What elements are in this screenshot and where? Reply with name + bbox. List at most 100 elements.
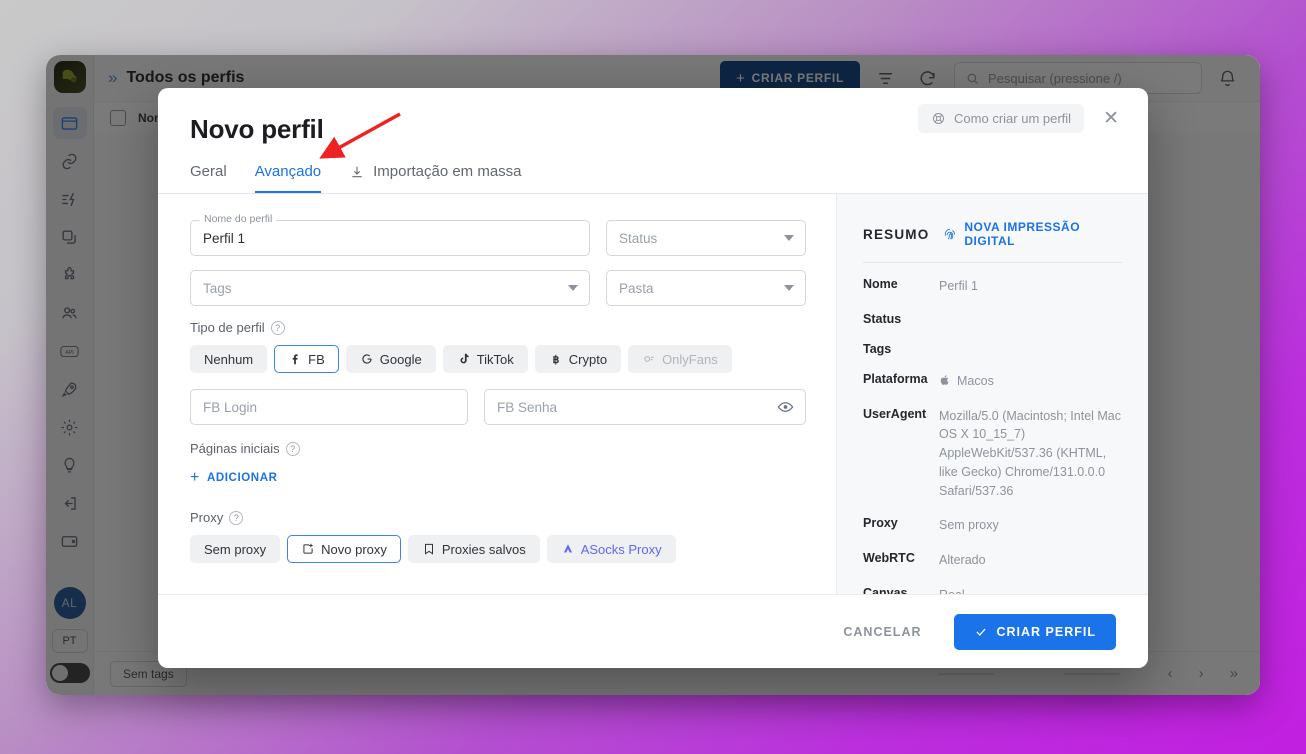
summary-row-status: Status	[863, 312, 1122, 326]
help-icon[interactable]: ?	[285, 441, 300, 456]
summary-title: RESUMO	[863, 226, 930, 242]
summary-row-tags: Tags	[863, 342, 1122, 356]
user-avatar[interactable]: AL	[53, 587, 86, 619]
summary-value: Perfil 1	[939, 279, 978, 293]
plus-icon: +	[736, 69, 746, 87]
profile-type-google[interactable]: Google	[345, 345, 436, 373]
help-icon[interactable]: ?	[270, 320, 285, 335]
summary-row-nome: Nome Perfil 1	[863, 277, 1122, 296]
profile-type-label: Tipo de perfil ?	[190, 320, 806, 335]
facebook-icon	[292, 354, 298, 365]
profile-name-field[interactable]: Nome do perfil Perfil 1	[190, 213, 590, 256]
start-pages-label: Páginas iniciais ?	[190, 441, 806, 456]
page-prev-icon[interactable]: ‹	[1168, 665, 1173, 682]
how-to-create-profile-button[interactable]: Como criar um perfil	[918, 104, 1085, 133]
sidebar-item-copy[interactable]	[53, 221, 87, 253]
sidebar-item-link[interactable]	[53, 145, 87, 177]
tiktok-icon	[460, 353, 469, 364]
profile-type-fb[interactable]: FB	[274, 345, 339, 373]
form-row-fb-credentials: FB Login FB Senha	[190, 389, 806, 425]
cancel-button[interactable]: CANCELAR	[833, 616, 931, 648]
summary-key: Canvas	[863, 585, 908, 594]
profile-type-nenhum-label: Nenhum	[204, 351, 254, 367]
page-last-icon[interactable]: »	[1230, 665, 1238, 682]
new-fingerprint-button[interactable]: NOVA IMPRESSÃO DIGITAL	[943, 220, 1122, 248]
submit-create-profile-button[interactable]: CRIAR PERFIL	[953, 613, 1116, 650]
tab-importacao-label: Importação em massa	[373, 163, 522, 180]
fb-password-placeholder[interactable]: FB Senha	[484, 389, 806, 425]
add-start-page-button[interactable]: + ADICIONAR	[190, 470, 278, 486]
page-title: Todos os perfis	[126, 69, 245, 86]
pagination-divider-left	[937, 672, 994, 675]
profile-type-fb-label: FB	[308, 351, 325, 367]
profile-type-nenhum[interactable]: Nenhum	[190, 345, 268, 373]
app-logo	[53, 61, 86, 93]
profile-name-label: Nome do perfil	[200, 213, 277, 225]
folder-select[interactable]: Pasta	[606, 270, 806, 306]
summary-value-wrap: Macos	[939, 372, 994, 391]
google-icon	[362, 354, 372, 364]
status-placeholder[interactable]: Status	[606, 220, 806, 256]
sidebar-item-settings[interactable]	[53, 411, 87, 443]
lifebuoy-icon	[933, 113, 945, 124]
page-next-icon[interactable]: ›	[1199, 665, 1204, 682]
tags-select[interactable]: Tags	[190, 270, 590, 306]
tab-avancado-label: Avançado	[254, 163, 322, 180]
sidebar-item-team[interactable]	[53, 297, 87, 329]
search-placeholder: Pesquisar (pressione /)	[988, 70, 1122, 86]
summary-key: UserAgent	[863, 406, 927, 421]
sidebar-item-extensions[interactable]	[53, 259, 87, 291]
summary-key: Proxy	[863, 516, 898, 531]
sidebar-item-browser[interactable]	[52, 107, 87, 139]
sidebar-item-automation[interactable]	[53, 183, 87, 215]
tab-avancado[interactable]: Avançado	[254, 163, 322, 193]
proxy-option-sem-proxy[interactable]: Sem proxy	[190, 535, 281, 563]
tab-geral[interactable]: Geral	[190, 163, 227, 193]
help-icon[interactable]: ?	[229, 510, 244, 525]
close-icon[interactable]: ✕	[1098, 106, 1124, 131]
proxy-option-proxies-salvos-label: Proxies salvos	[441, 541, 526, 557]
sidebar-item-rocket[interactable]	[53, 373, 87, 405]
select-all-checkbox[interactable]	[110, 109, 126, 126]
fb-login-field[interactable]: FB Login	[190, 389, 468, 425]
fb-login-placeholder[interactable]: FB Login	[190, 389, 468, 425]
profile-name-value[interactable]: Perfil 1	[190, 220, 590, 256]
tab-geral-label: Geral	[190, 163, 227, 180]
sidebar-item-api[interactable]: API	[53, 335, 87, 367]
svg-text:API: API	[65, 349, 74, 355]
bookmark-icon	[424, 543, 433, 555]
search-icon	[967, 73, 978, 84]
language-badge[interactable]: PT	[51, 629, 88, 653]
sidebar-item-wallet[interactable]	[53, 525, 87, 557]
tab-importacao-em-massa[interactable]: Importação em massa	[349, 163, 522, 193]
summary-key: WebRTC	[863, 551, 915, 565]
profile-type-tiktok[interactable]: TikTok	[442, 345, 528, 373]
theme-toggle[interactable]	[49, 663, 90, 683]
status-select[interactable]: Status	[606, 220, 806, 256]
profile-type-crypto[interactable]: ฿ Crypto	[534, 345, 622, 373]
summary-panel: RESUMO NOVA IMPRESSÃO DIGITAL Nome Perfi…	[836, 194, 1148, 594]
folder-placeholder[interactable]: Pasta	[606, 270, 806, 306]
proxy-option-proxies-salvos[interactable]: Proxies salvos	[407, 535, 540, 563]
chevron-down-icon	[784, 235, 794, 241]
sidebar-item-tips[interactable]	[53, 449, 87, 481]
plus-icon: +	[190, 469, 200, 486]
proxy-option-novo-proxy[interactable]: Novo proxy	[287, 535, 401, 563]
notifications-icon[interactable]	[1210, 61, 1244, 95]
check-icon	[975, 628, 986, 636]
sidebar-item-logout[interactable]	[53, 487, 87, 519]
summary-row-canvas: Canvas Real	[863, 586, 1122, 594]
summary-row-plataforma: Plataforma Macos	[863, 372, 1122, 391]
onlyfans-icon	[644, 356, 654, 362]
summary-key: Status	[863, 311, 902, 326]
fb-password-field[interactable]: FB Senha	[484, 389, 806, 425]
toggle-password-visibility-icon[interactable]	[777, 399, 794, 416]
summary-key: Tags	[863, 341, 892, 356]
modal-tabs: Geral Avançado Importação em massa	[190, 163, 1116, 193]
profile-type-onlyfans: OnlyFans	[628, 345, 732, 373]
expand-sidebar-icon[interactable]: »	[108, 68, 117, 88]
summary-divider	[863, 262, 1122, 263]
modal-body: Nome do perfil Perfil 1 Status Tags Past…	[158, 194, 1148, 594]
proxy-option-asocks[interactable]: ASocks Proxy	[546, 535, 676, 563]
tags-placeholder[interactable]: Tags	[190, 270, 590, 306]
